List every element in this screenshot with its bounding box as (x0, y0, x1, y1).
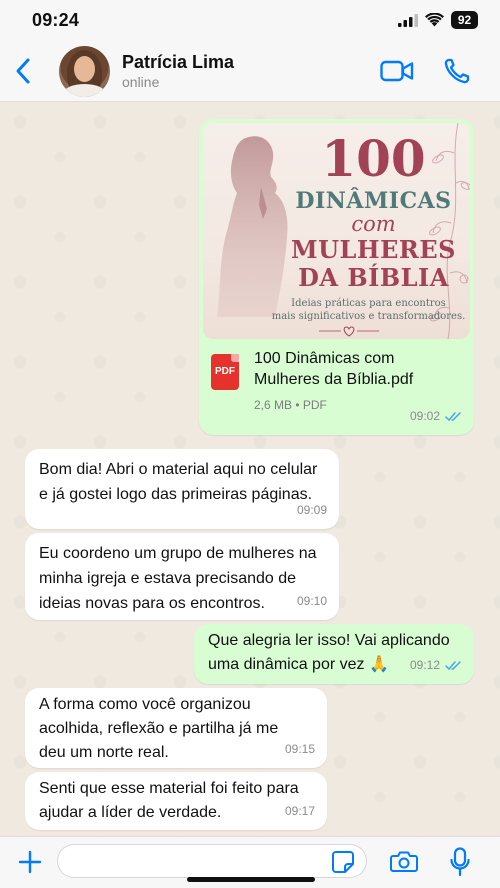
back-chevron-icon[interactable] (12, 56, 36, 86)
camera-icon[interactable] (390, 849, 418, 873)
message-time: 09:09 (296, 503, 327, 517)
message-time: 09:02 (409, 409, 440, 423)
status-icons: 92 (398, 11, 478, 29)
message-time: 09:10 (296, 594, 327, 608)
incoming-message[interactable]: Eu coordeno um grupo de mulheres na minh… (25, 533, 339, 620)
heart-ornament-icon (319, 326, 379, 337)
message-text: Eu coordeno um grupo de mulheres na minh… (39, 545, 317, 612)
chat-header: Patrícia Lima online (0, 40, 500, 102)
status-time: 09:24 (32, 10, 80, 30)
message-meta: 09:02 (410, 404, 462, 429)
cover-title-line2: com (351, 212, 396, 236)
message-text: Bom dia! Abri o material aqui no celular… (39, 461, 318, 503)
document-cover[interactable]: 100 DINÂMICAS com MULHERES DA BÍBLIA Ide… (203, 123, 470, 339)
message-time: 09:15 (284, 742, 315, 756)
home-indicator (187, 877, 315, 882)
sticker-icon[interactable] (331, 850, 355, 874)
phone-icon[interactable] (443, 57, 471, 85)
contact-status: online (122, 74, 160, 90)
cover-number: 100 (321, 129, 426, 188)
message-meta: 09:17 (285, 799, 315, 824)
message-time: 09:12 (409, 658, 440, 672)
chat-area[interactable]: 100 DINÂMICAS com MULHERES DA BÍBLIA Ide… (0, 102, 500, 836)
document-file-info[interactable]: PDF 100 Dinâmicas com Mulheres da Bíblia… (211, 348, 471, 412)
incoming-message[interactable]: Senti que esse material foi feito para a… (25, 772, 327, 830)
avatar[interactable] (59, 46, 110, 97)
video-call-icon[interactable] (380, 59, 414, 83)
message-meta: 09:15 (285, 737, 315, 762)
status-bar: 09:24 92 (0, 0, 500, 40)
pdf-file-icon: PDF (211, 354, 239, 390)
message-meta: 09:12 (410, 653, 462, 678)
message-time: 09:17 (284, 804, 315, 818)
contact-name[interactable]: Patrícia Lima (122, 52, 234, 73)
signal-icon (398, 13, 418, 27)
microphone-icon[interactable] (450, 847, 470, 877)
document-file-details: 2,6 MB • PDF (254, 398, 327, 412)
message-meta: 09:10 (297, 589, 327, 614)
read-receipt-icon (445, 661, 461, 671)
cover-tagline: Ideias práticas para encontros mais sign… (271, 298, 466, 322)
read-receipt-icon (445, 412, 461, 422)
cover-title-line4: DA BÍBLIA (298, 263, 449, 292)
message-meta: 09:09 (297, 498, 327, 523)
battery-icon: 92 (451, 11, 478, 29)
document-file-name: 100 Dinâmicas com Mulheres da Bíblia.pdf (254, 350, 414, 388)
incoming-message[interactable]: Bom dia! Abri o material aqui no celular… (25, 449, 339, 529)
plus-icon[interactable] (17, 849, 43, 875)
outgoing-message[interactable]: Que alegria ler isso! Vai aplicando uma … (194, 624, 474, 684)
cover-title-line1: DINÂMICAS (295, 188, 452, 214)
incoming-message[interactable]: A forma como você organizou acolhida, re… (25, 688, 327, 768)
cover-title-line3: MULHERES (291, 235, 456, 264)
message-text: A forma como você organizou acolhida, re… (39, 696, 279, 761)
document-message[interactable]: 100 DINÂMICAS com MULHERES DA BÍBLIA Ide… (199, 119, 474, 435)
wifi-icon (425, 13, 444, 27)
message-input[interactable] (57, 844, 367, 878)
message-text: Senti que esse material foi feito para a… (39, 780, 299, 821)
